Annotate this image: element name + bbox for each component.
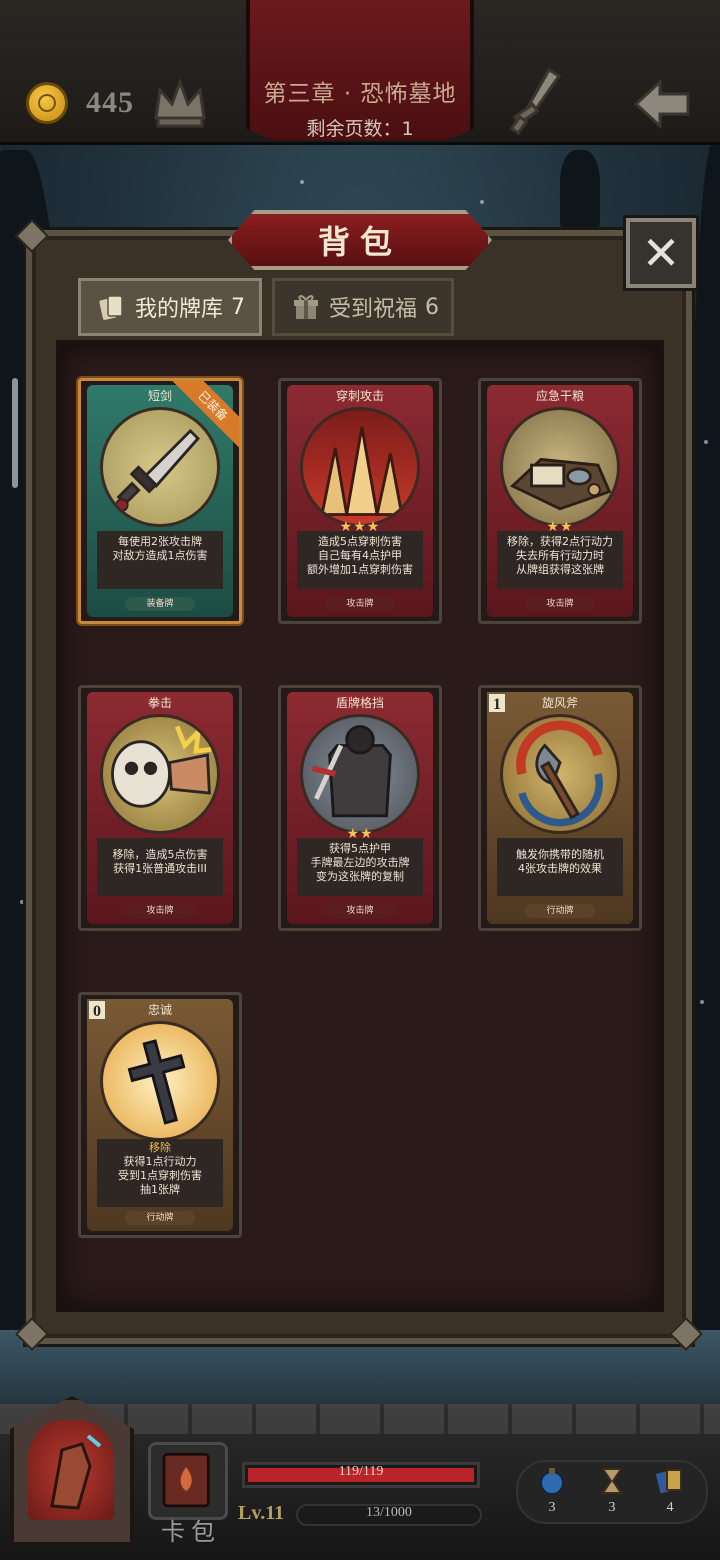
card-description: 造成5点穿刺伤害 自己每有4点护甲 额外增加1点穿刺伤害 [297, 531, 423, 589]
punch-art [100, 714, 220, 834]
card-description: 触发你携带的随机 4张攻击牌的效果 [497, 838, 623, 896]
card-shield-block[interactable]: 盾牌格挡 ★★ 获得5点护甲 手牌最左边的攻击牌 变为这张牌的复制 攻击牌 [278, 685, 442, 931]
book-icon [162, 1452, 210, 1508]
back-arrow-icon[interactable] [632, 76, 692, 132]
resource-hourglass[interactable]: 3 [592, 1466, 632, 1516]
card-type: 行动牌 [125, 1211, 195, 1225]
deck-button[interactable] [148, 1442, 228, 1520]
card-type: 攻击牌 [325, 904, 395, 918]
card-name: 盾牌格挡 [335, 696, 384, 710]
panel-title: 背包 [317, 223, 402, 261]
spikes-art [300, 407, 420, 527]
card-name: 穿刺攻击 [335, 389, 384, 403]
card-type: 攻击牌 [125, 904, 195, 918]
resource-potion[interactable]: 3 [532, 1466, 572, 1516]
tab-count: 6 [425, 294, 440, 320]
cards-stack-icon [655, 1469, 682, 1494]
gift-icon [294, 295, 318, 319]
dagger-art [100, 407, 220, 527]
potion-icon [540, 1468, 564, 1495]
card-type: 装备牌 [125, 597, 195, 611]
card-name: 拳击 [147, 696, 172, 710]
card-description: 获得5点护甲 手牌最左边的攻击牌 变为这张牌的复制 [297, 838, 423, 896]
xp-text: 13/1000 [366, 1505, 412, 1520]
scroll-indicator[interactable] [12, 378, 18, 488]
card-loyalty[interactable]: 0 忠诚 移除 获得1点行动力 受到1点穿刺伤害 抽1张牌 行动牌 [78, 992, 242, 1238]
resource-cards[interactable]: 4 [650, 1466, 690, 1516]
tab-label: 我的牌库 [135, 297, 224, 322]
card-name: 忠诚 [147, 1003, 172, 1017]
crown-icon[interactable] [150, 72, 210, 132]
card-dagger[interactable]: 短剑 每使用2张攻击牌 对敌方造成1点伤害 装备牌 已装备 [78, 378, 242, 624]
tab-my-deck[interactable]: 我的牌库 7 [78, 278, 262, 336]
cards-icon [99, 295, 123, 320]
panel-title-banner: 背包 [228, 210, 492, 270]
deck-label: 卡包 [161, 1518, 221, 1546]
chapter-title: 第三章 · 恐怖墓地 [263, 81, 457, 107]
card-pierce-attack[interactable]: 穿刺攻击 ★★★ 造成5点穿刺伤害 自己每有4点护甲 额外增加1点穿刺伤害 攻击… [278, 378, 442, 624]
sword-icon[interactable] [505, 66, 565, 136]
card-description: 移除 获得1点行动力 受到1点穿刺伤害 抽1张牌 [97, 1139, 223, 1207]
card-name: 旋风斧 [541, 696, 578, 710]
card-description: 每使用2张攻击牌 对敌方造成1点伤害 [97, 531, 223, 589]
ration-art [500, 407, 620, 527]
card-name: 应急干粮 [535, 389, 584, 403]
hp-text: 119/119 [338, 1464, 384, 1479]
tab-label: 受到祝福 [329, 297, 418, 322]
gold-amount: 445 [86, 86, 134, 119]
card-whirlwind-axe[interactable]: 1 旋风斧 触发你携带的随机 4张攻击牌的效果 行动牌 [478, 685, 642, 931]
axe-art [500, 714, 620, 834]
hourglass-icon [601, 1468, 623, 1494]
tab-blessings[interactable]: 受到祝福 6 [272, 278, 454, 336]
coin-icon [26, 82, 68, 124]
card-type: 行动牌 [525, 904, 595, 918]
pages-remaining: 剩余页数：1 [306, 118, 414, 140]
card-description: 移除，造成5点伤害 获得1张普通攻击III [97, 838, 223, 896]
card-type: 攻击牌 [525, 597, 595, 611]
hero-fist-icon [28, 1420, 114, 1520]
close-button[interactable]: ✕ [626, 218, 696, 288]
card-punch[interactable]: 拳击 移除，造成5点伤害 获得1张普通攻击III 攻击牌 [78, 685, 242, 931]
shield-art [300, 714, 420, 834]
card-type: 攻击牌 [325, 597, 395, 611]
tab-count: 7 [231, 294, 246, 320]
card-emergency-ration[interactable]: 应急干粮 ★★ 移除，获得2点行动力 失去所有行动力时 从牌组获得这张牌 攻击牌 [478, 378, 642, 624]
level-label: Lv.11 [238, 1502, 285, 1524]
card-description: 移除，获得2点行动力 失去所有行动力时 从牌组获得这张牌 [497, 531, 623, 589]
cross-art [100, 1021, 220, 1141]
